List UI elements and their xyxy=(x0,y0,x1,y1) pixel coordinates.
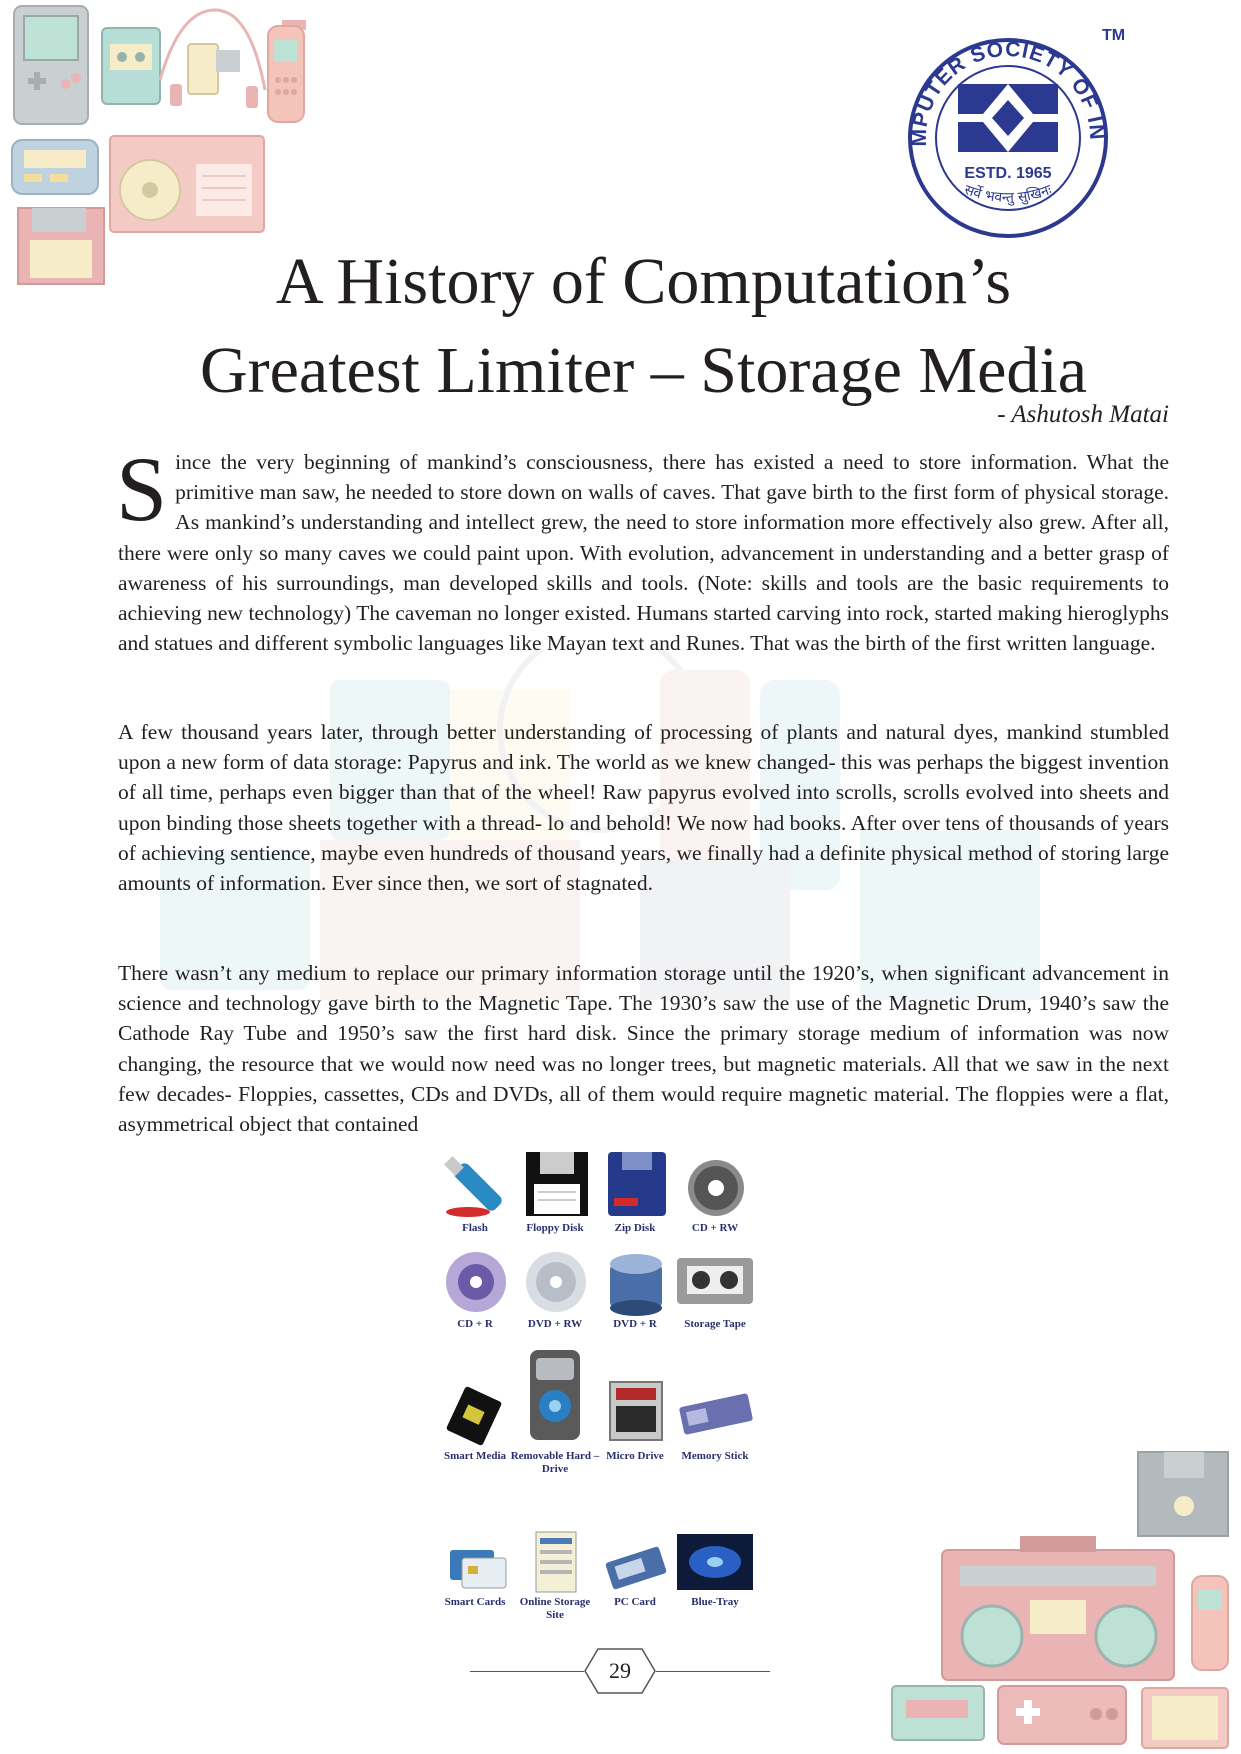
media-item-storage-tape: Storage Tape xyxy=(670,1244,760,1331)
removable-hard-drive-icon xyxy=(530,1350,580,1440)
cassette-tape-icon xyxy=(891,1685,985,1741)
media-item-pc-card: PC Card xyxy=(590,1538,680,1609)
zip-disk-icon xyxy=(608,1152,666,1216)
media-label: Micro Drive xyxy=(606,1450,664,1462)
logo-estd: ESTD. 1965 xyxy=(964,165,1051,182)
media-label: Blue-Tray xyxy=(691,1596,739,1608)
csi-logo: COMPUTER SOCIETY OF INDIA TM ESTD. 1965 … xyxy=(888,18,1125,238)
media-item-micro-drive: Micro Drive xyxy=(590,1358,680,1463)
media-item-memory-stick: Memory Stick xyxy=(670,1358,760,1463)
cd-r-icon xyxy=(446,1252,506,1312)
memory-stick-icon xyxy=(679,1393,753,1435)
mobile-phone-icon xyxy=(267,20,306,123)
floppy-decor-icon xyxy=(17,207,105,285)
media-label: CD + RW xyxy=(691,1222,739,1234)
media-item-flash: Flash xyxy=(430,1148,520,1235)
boombox-icon xyxy=(941,1536,1175,1681)
handheld-console-icon xyxy=(13,5,89,125)
media-label: Removable Hard – Drive xyxy=(510,1450,600,1475)
dvd-rw-icon xyxy=(526,1252,586,1312)
media-label: Online Storage Site xyxy=(519,1596,591,1621)
media-label: Smart Media xyxy=(443,1450,506,1462)
storage-media-figure: Flash Floppy Disk Zip Disk CD + RW CD + … xyxy=(430,1148,830,1628)
tv-icon xyxy=(1141,1687,1229,1749)
smart-card-icon xyxy=(450,1550,507,1589)
media-label: Memory Stick xyxy=(681,1450,749,1462)
media-item-dvd-rw: DVD + RW xyxy=(510,1244,600,1331)
media-item-blu-ray: Blue-Tray xyxy=(670,1530,760,1609)
radio-icon xyxy=(109,135,265,233)
article-title-line-1: A History of Computation’s xyxy=(275,245,1012,318)
retro-gadgets-bottom-right-decoration xyxy=(891,1451,1229,1749)
media-label: CD + R xyxy=(457,1318,493,1330)
page-number-block: 29 xyxy=(470,1648,770,1694)
media-item-cd-r: CD + R xyxy=(430,1244,520,1331)
media-item-removable-hard-drive: Removable Hard – Drive xyxy=(510,1344,600,1476)
media-item-smart-cards: Smart Cards xyxy=(430,1538,520,1609)
article-byline: - Ashutosh Matai xyxy=(997,401,1169,428)
media-label: DVD + R xyxy=(613,1318,657,1330)
blu-ray-icon xyxy=(677,1534,753,1590)
media-label: PC Card xyxy=(614,1596,656,1608)
cassette-player-icon xyxy=(101,8,267,108)
game-controller-icon xyxy=(997,1685,1127,1745)
article-paragraph-2: A few thousand years later, through bett… xyxy=(118,720,1169,896)
article-paragraph-1: Since the very beginning of mankind’s co… xyxy=(116,438,1169,658)
media-label: Zip Disk xyxy=(614,1222,656,1234)
media-item-online-storage: Online Storage Site xyxy=(510,1530,600,1622)
paragraph-1-text: ince the very beginning of mankind’s con… xyxy=(118,450,1169,656)
media-label: Smart Cards xyxy=(444,1596,506,1608)
page-number-right-rule xyxy=(656,1671,770,1672)
page-number-left-rule xyxy=(470,1671,584,1672)
storage-tape-icon xyxy=(677,1258,753,1304)
usb-flash-drive-icon xyxy=(444,1156,502,1217)
drop-cap: S xyxy=(116,438,168,540)
media-item-cd-rw: CD + RW xyxy=(670,1148,760,1235)
media-label: Flash xyxy=(462,1222,488,1234)
media-item-zip-disk: Zip Disk xyxy=(590,1148,680,1235)
floppy-decor-icon xyxy=(1137,1451,1229,1537)
logo-trademark: TM xyxy=(1102,27,1125,44)
page-number: 29 xyxy=(609,1658,631,1683)
media-item-floppy-disk: Floppy Disk xyxy=(510,1148,600,1235)
media-label: DVD + RW xyxy=(527,1318,583,1330)
online-storage-icon xyxy=(535,1531,577,1593)
article-title-line-2: Greatest Limiter – Storage Media xyxy=(199,334,1088,407)
mobile-phone-icon xyxy=(1191,1575,1229,1671)
media-item-smart-media: Smart Media xyxy=(430,1358,520,1463)
pager-icon xyxy=(11,139,99,195)
media-label: Floppy Disk xyxy=(526,1222,584,1234)
media-item-dvd-r: DVD + R xyxy=(590,1244,680,1331)
cd-rw-icon xyxy=(688,1160,744,1216)
smart-media-icon xyxy=(446,1386,502,1446)
floppy-disk-icon xyxy=(526,1152,588,1216)
media-label: Storage Tape xyxy=(684,1318,746,1330)
micro-drive-icon xyxy=(609,1381,663,1441)
dvd-spindle-icon xyxy=(610,1254,662,1316)
article-paragraph-3: There wasn’t any medium to replace our p… xyxy=(118,961,1169,1137)
pc-card-icon xyxy=(605,1546,667,1590)
